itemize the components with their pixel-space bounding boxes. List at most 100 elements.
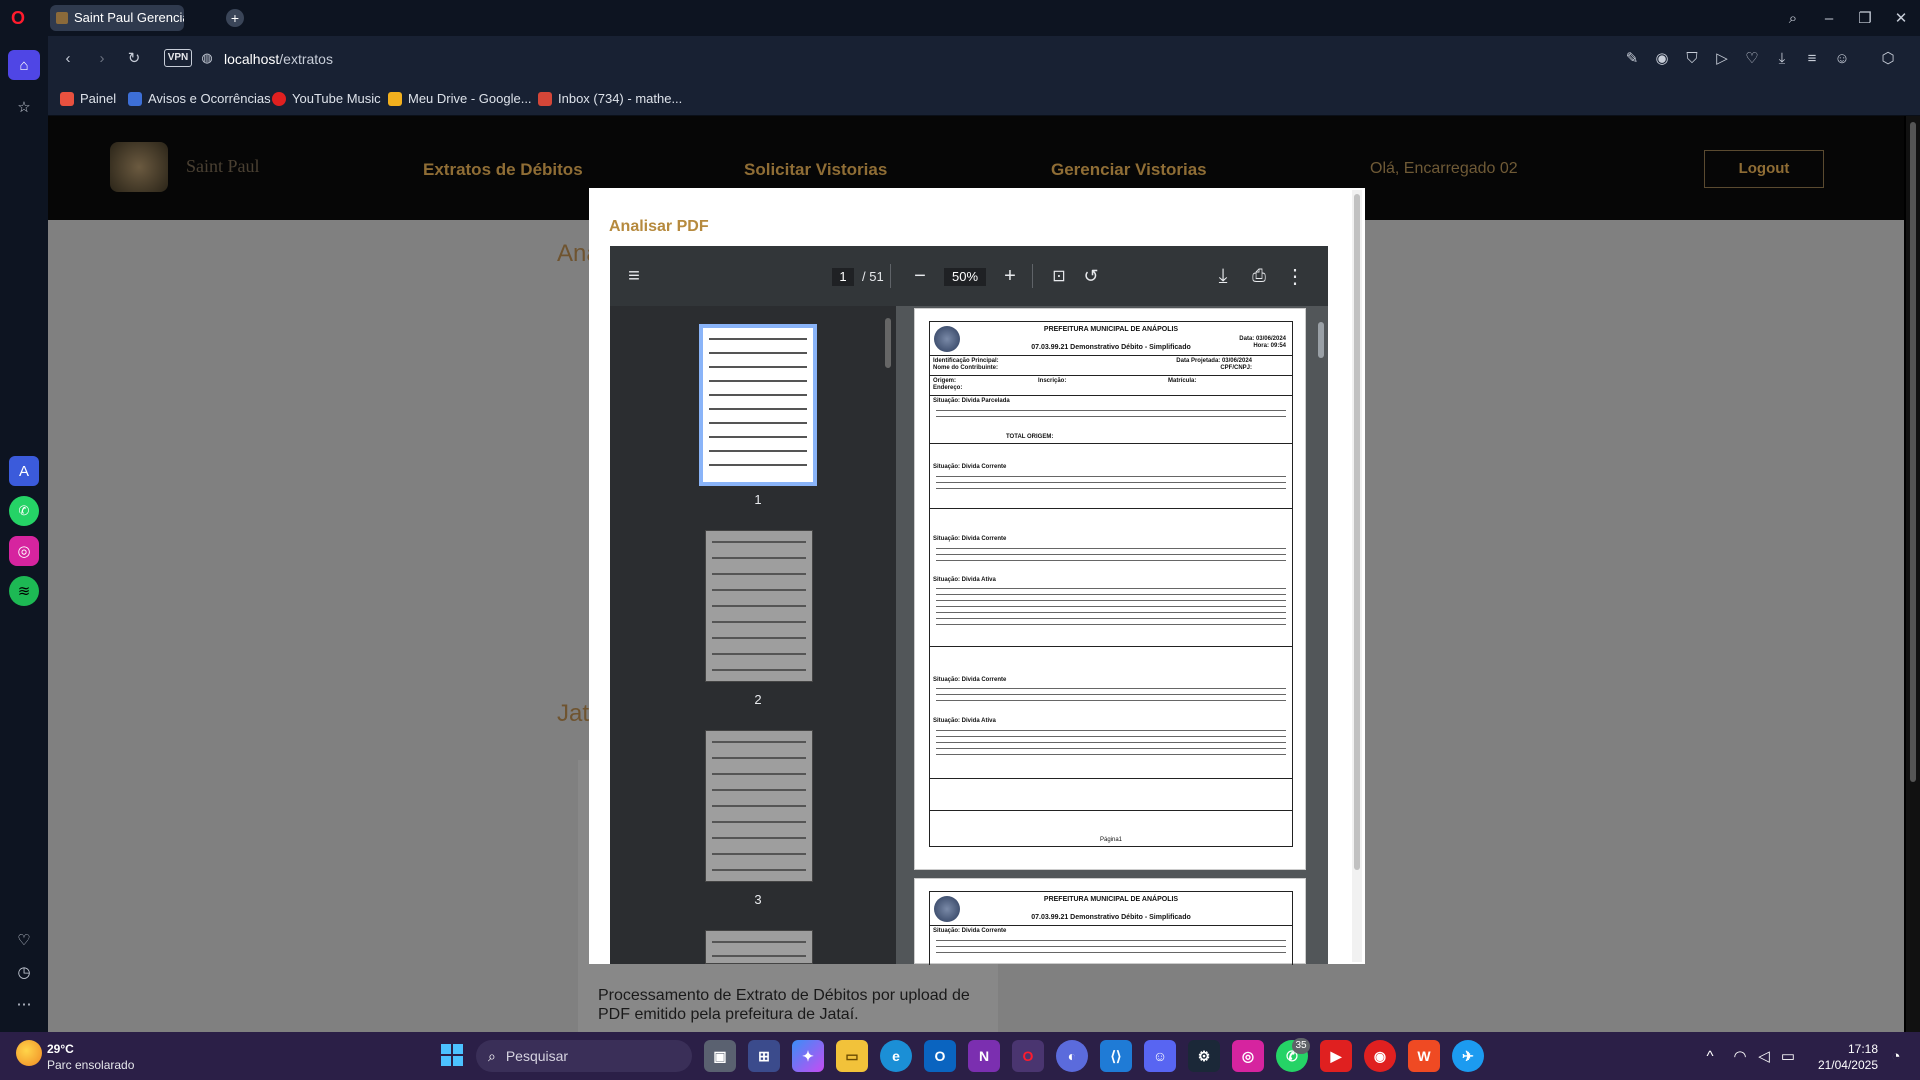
weather-icon[interactable] xyxy=(16,1040,42,1066)
menu-icon[interactable]: ≡ xyxy=(1802,48,1822,68)
bookmark-youtube-music[interactable]: YouTube Music xyxy=(272,90,381,108)
download-icon[interactable]: ⤓ xyxy=(1772,48,1792,68)
shield-icon[interactable]: ⛉ xyxy=(1682,48,1702,68)
fit-page-icon[interactable]: ⊡ xyxy=(1047,264,1071,288)
aria-icon[interactable]: A xyxy=(9,456,39,486)
nav-solicitar-vistorias[interactable]: Solicitar Vistorias xyxy=(744,160,887,180)
restore-icon[interactable]: ❐ xyxy=(1854,8,1876,28)
favorite-icon[interactable]: ♡ xyxy=(1742,48,1762,68)
doc-total-origem: TOTAL ORIGEM: xyxy=(1006,434,1054,440)
pinboard-icon[interactable]: ☆ xyxy=(8,92,40,122)
play-icon[interactable]: ▷ xyxy=(1712,48,1732,68)
bookmark-avisos[interactable]: Avisos e Ocorrências xyxy=(128,90,271,108)
battery-icon[interactable]: ▭ xyxy=(1778,1046,1798,1066)
viewer-scrollbar[interactable] xyxy=(1316,308,1326,962)
forward-icon[interactable]: › xyxy=(92,48,112,68)
steam-icon[interactable]: ⚙ xyxy=(1188,1040,1220,1072)
viewer-scroll-thumb[interactable] xyxy=(1318,322,1324,358)
copilot-icon[interactable]: ✦ xyxy=(792,1040,824,1072)
outlook-icon[interactable]: O xyxy=(924,1040,956,1072)
opera-logo-icon[interactable]: O xyxy=(8,8,28,28)
onenote-icon[interactable]: N xyxy=(968,1040,1000,1072)
snapshot-icon[interactable]: ✎ xyxy=(1622,48,1642,68)
page-number-input[interactable]: 1 xyxy=(832,268,854,286)
close-window-icon[interactable]: ✕ xyxy=(1890,8,1912,28)
clock-date[interactable]: 21/04/2025 xyxy=(1808,1058,1878,1072)
bookmark-gmail[interactable]: Inbox (734) - mathe... xyxy=(538,90,682,108)
print-icon[interactable]: ⎙ xyxy=(1247,264,1271,288)
heart-icon[interactable]: ♡ xyxy=(9,928,39,952)
vpn-badge[interactable]: VPN xyxy=(164,49,192,67)
youtube-icon[interactable]: ▶ xyxy=(1320,1040,1352,1072)
sidebar-menu-icon[interactable]: ≡ xyxy=(622,264,646,288)
profile-icon[interactable]: ☺ xyxy=(1832,48,1852,68)
bookmark-icon xyxy=(388,92,402,106)
browser-tab[interactable]: Saint Paul Gerencia Imob xyxy=(50,5,184,31)
brand-logo-icon[interactable] xyxy=(110,142,168,192)
bookmark-drive[interactable]: Meu Drive - Google... xyxy=(388,90,532,108)
doc-origem: Origem: xyxy=(933,378,957,384)
weather-desc[interactable]: Parc ensolarado xyxy=(47,1058,134,1072)
modal-scrollbar[interactable] xyxy=(1352,190,1362,962)
extensions-icon[interactable]: ⬡ xyxy=(1878,48,1898,68)
brave-icon[interactable]: W xyxy=(1408,1040,1440,1072)
thumbnail-page-1[interactable] xyxy=(699,324,817,486)
file-explorer-icon[interactable]: ▭ xyxy=(836,1040,868,1072)
camera-icon[interactable]: ◉ xyxy=(1652,48,1672,68)
wifi-icon[interactable]: ◠ xyxy=(1730,1046,1750,1066)
notifications-icon[interactable]: ◔ xyxy=(1886,1046,1906,1066)
rotate-icon[interactable]: ↺ xyxy=(1079,264,1103,288)
page-scrollbar[interactable] xyxy=(1906,116,1920,1032)
zoom-input[interactable]: 50% xyxy=(944,268,986,286)
tray-chevron-icon[interactable]: ^ xyxy=(1700,1046,1720,1066)
start-icon[interactable] xyxy=(437,1040,467,1070)
edge-icon[interactable]: e xyxy=(880,1040,912,1072)
weather-temp[interactable]: 29°C xyxy=(47,1042,74,1056)
thumb-scrollbar[interactable] xyxy=(884,310,892,960)
more-options-icon[interactable]: ⋮ xyxy=(1283,264,1307,288)
store-icon[interactable]: ⊞ xyxy=(748,1040,780,1072)
page-scroll-thumb[interactable] xyxy=(1910,122,1916,782)
thumb-scroll-thumb[interactable] xyxy=(885,318,891,368)
pdf-download-icon[interactable]: ⤓ xyxy=(1211,264,1235,288)
brand-name: Saint Paul xyxy=(186,156,260,176)
minimize-icon[interactable]: – xyxy=(1818,8,1840,28)
instagram-taskbar-icon[interactable]: ◎ xyxy=(1232,1040,1264,1072)
opera-taskbar-icon[interactable]: O xyxy=(1012,1040,1044,1072)
clock-time[interactable]: 17:18 xyxy=(1808,1042,1878,1056)
history-icon[interactable]: ◷ xyxy=(9,960,39,984)
zoom-in-icon[interactable]: + xyxy=(998,264,1022,288)
app-circle-icon[interactable]: ◐ xyxy=(1056,1040,1088,1072)
instagram-icon[interactable]: ◎ xyxy=(9,536,39,566)
more-icon[interactable]: ⋯ xyxy=(9,992,39,1016)
thumbnail-label: 3 xyxy=(754,892,762,907)
new-tab-button[interactable]: + xyxy=(226,9,244,27)
nav-gerenciar-vistorias[interactable]: Gerenciar Vistorias xyxy=(1051,160,1207,180)
thumbnail-page-3[interactable] xyxy=(705,730,813,882)
nav-extratos[interactable]: Extratos de Débitos xyxy=(423,160,583,180)
volume-icon[interactable]: ◁ xyxy=(1754,1046,1774,1066)
whatsapp-icon[interactable]: ✆ xyxy=(9,496,39,526)
search-tabs-icon[interactable]: ⌕ xyxy=(1782,8,1804,28)
taskbar-search[interactable]: ⌕ Pesquisar xyxy=(476,1040,692,1072)
thumbnail-page-4[interactable] xyxy=(705,930,813,964)
modal-scroll-thumb[interactable] xyxy=(1354,194,1360,870)
back-icon[interactable]: ‹ xyxy=(58,48,78,68)
tab-title: Saint Paul Gerencia Imob xyxy=(74,10,184,25)
globe-icon: ◍ xyxy=(201,50,213,65)
logout-button[interactable]: Logout xyxy=(1704,150,1824,188)
home-icon[interactable]: ⌂ xyxy=(8,50,40,80)
task-view-icon[interactable]: ▣ xyxy=(704,1040,736,1072)
discord-icon[interactable]: ☺ xyxy=(1144,1040,1176,1072)
reload-icon[interactable]: ↻ xyxy=(124,48,144,68)
spotify-icon[interactable]: ≋ xyxy=(9,576,39,606)
url-field[interactable]: localhost/extratos xyxy=(224,49,333,69)
zoom-out-icon[interactable]: − xyxy=(908,264,932,288)
doc-cpf: CPF/CNPJ: xyxy=(1220,365,1252,371)
bookmark-painel[interactable]: Painel xyxy=(60,90,116,108)
bird-app-icon[interactable]: ✈ xyxy=(1452,1040,1484,1072)
vscode-icon[interactable]: ⟨⟩ xyxy=(1100,1040,1132,1072)
card-description: Processamento de Extrato de Débitos por … xyxy=(598,987,970,1023)
youtube-music-icon[interactable]: ◉ xyxy=(1364,1040,1396,1072)
thumbnail-page-2[interactable] xyxy=(705,530,813,682)
